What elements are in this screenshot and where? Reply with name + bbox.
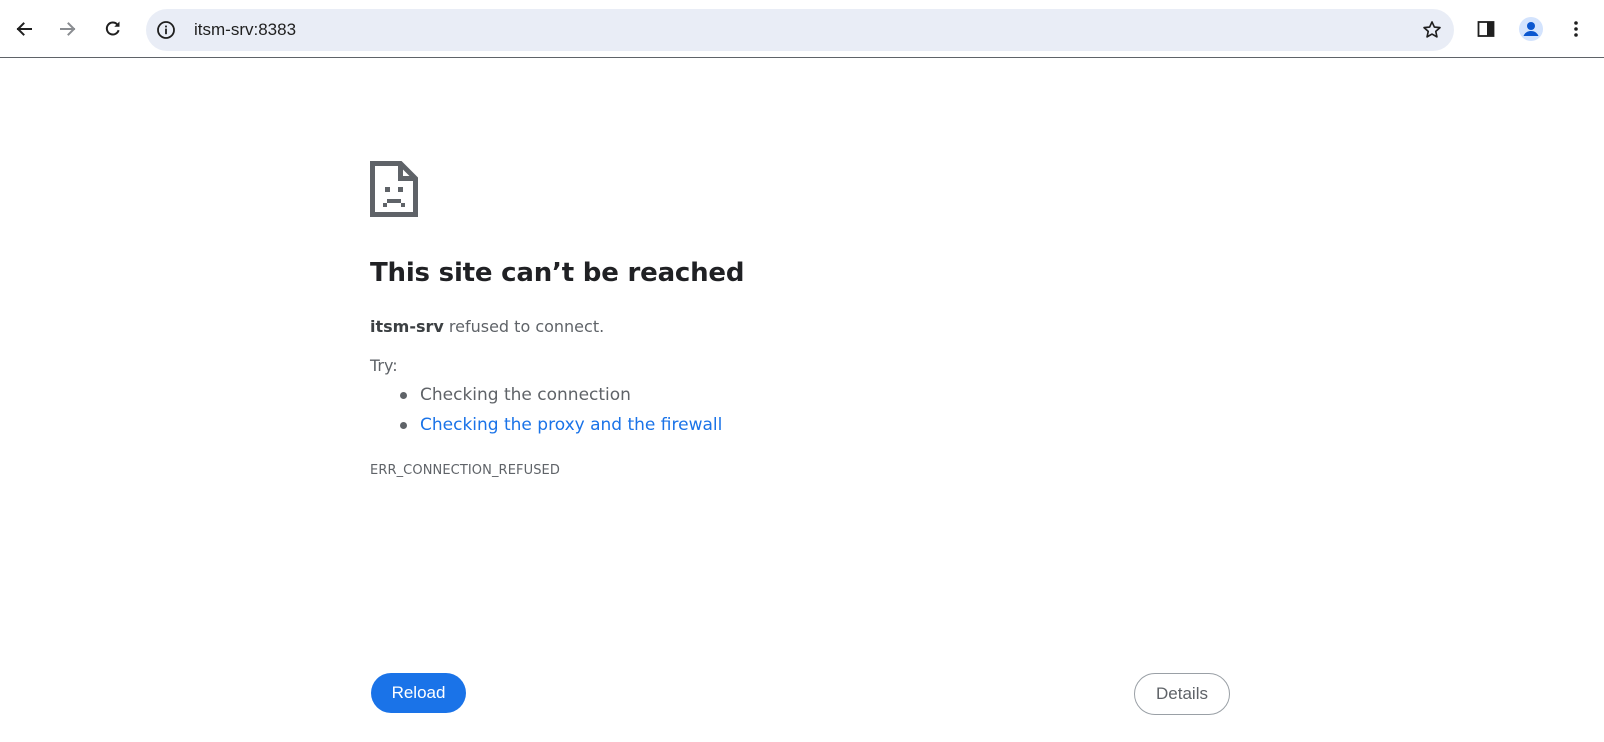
star-icon[interactable] — [1420, 18, 1444, 42]
side-panel-button[interactable] — [1470, 13, 1502, 45]
error-message: refused to connect. — [443, 317, 605, 336]
profile-icon — [1518, 16, 1544, 42]
reload-page-button[interactable]: Reload — [371, 673, 466, 713]
forward-button[interactable] — [52, 13, 84, 45]
arrow-left-icon — [14, 19, 34, 39]
suggestion-item: Checking the connection — [370, 380, 722, 410]
menu-button[interactable] — [1560, 13, 1592, 45]
try-label: Try: — [370, 356, 398, 375]
details-button[interactable]: Details — [1134, 673, 1230, 715]
browser-toolbar: itsm-srv:8383 — [0, 0, 1604, 58]
address-bar[interactable]: itsm-srv:8383 — [146, 9, 1454, 51]
suggestion-item[interactable]: Checking the proxy and the firewall — [370, 410, 722, 440]
back-button[interactable] — [8, 13, 40, 45]
error-code: ERR_CONNECTION_REFUSED — [370, 463, 560, 478]
proxy-firewall-link[interactable]: Checking the proxy and the firewall — [420, 415, 722, 435]
page-title: This site can’t be reached — [370, 258, 745, 288]
bullet-icon — [400, 422, 407, 429]
arrow-right-icon — [58, 19, 78, 39]
reload-button[interactable] — [97, 13, 129, 45]
error-page: This site can’t be reached itsm-srv refu… — [0, 58, 1604, 742]
bullet-icon — [400, 392, 407, 399]
sad-document-icon — [370, 161, 418, 217]
side-panel-icon — [1476, 19, 1496, 39]
suggestion-text: Checking the connection — [420, 385, 631, 405]
more-vert-icon — [1566, 19, 1586, 39]
error-description: itsm-srv refused to connect. — [370, 317, 604, 336]
url-text[interactable]: itsm-srv:8383 — [194, 9, 296, 51]
info-icon[interactable] — [156, 20, 176, 40]
suggestions-list: Checking the connection Checking the pro… — [370, 380, 722, 440]
host-name: itsm-srv — [370, 317, 444, 336]
profile-button[interactable] — [1515, 13, 1547, 45]
reload-icon — [103, 19, 123, 39]
